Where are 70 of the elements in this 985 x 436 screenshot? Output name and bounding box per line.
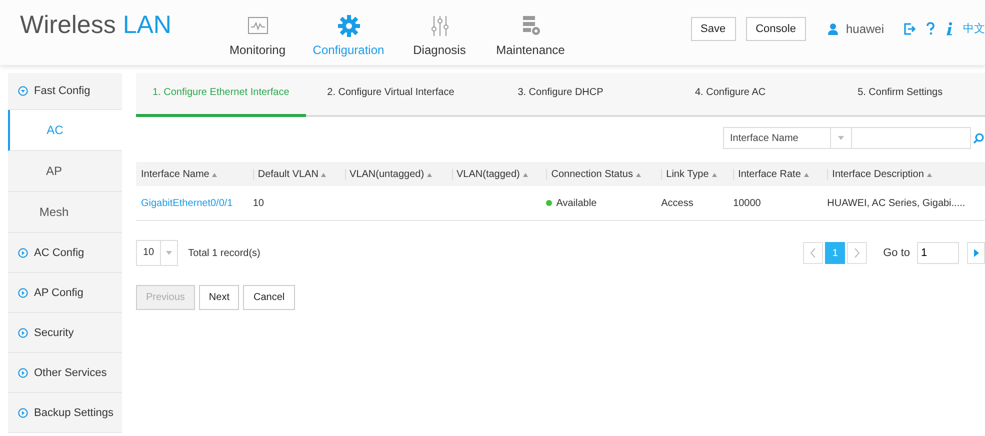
column-header[interactable]: Link Type	[656, 162, 728, 186]
step-tab[interactable]: 3. Configure DHCP	[476, 73, 646, 117]
column-header[interactable]: Connection Status	[541, 162, 656, 186]
info-icon[interactable]	[945, 22, 953, 36]
goto-label: Go to	[883, 247, 910, 259]
sliders-icon	[428, 14, 450, 36]
column-header[interactable]: VLAN(untagged)	[340, 162, 446, 186]
sidebar-item[interactable]: AC Config	[8, 233, 122, 273]
action-button[interactable]: Next	[198, 285, 240, 310]
table-cell: HUAWEI, AC Series, Gigabi.....	[822, 186, 985, 220]
sidebar-item[interactable]: Backup Settings	[8, 393, 122, 433]
step-tab[interactable]: 2. Configure Virtual Interface	[306, 73, 476, 117]
sidebar-subitem[interactable]: Mesh	[8, 192, 122, 233]
caret-icon	[166, 251, 172, 255]
logout-icon[interactable]	[904, 22, 916, 34]
sidebar-subitem[interactable]: AP	[8, 151, 122, 192]
caret-icon	[838, 136, 844, 140]
monitor-icon	[246, 14, 268, 36]
play-icon	[974, 249, 978, 257]
column-header[interactable]: Interface Description	[822, 162, 985, 186]
sort-icon	[712, 172, 717, 176]
chevron-right-icon	[18, 328, 28, 338]
page-field[interactable]: 1	[917, 242, 959, 264]
header-button[interactable]: Save	[690, 16, 736, 40]
sort-icon	[522, 172, 528, 176]
search-field[interactable]	[852, 127, 971, 149]
sort-icon	[926, 172, 932, 176]
logo-text: LAN	[122, 11, 172, 40]
next-page-button[interactable]	[847, 242, 868, 264]
chevron-left-icon	[810, 248, 816, 258]
nav-tab[interactable]: Monitoring	[212, 8, 303, 56]
record-count: Total 1 record(s)	[188, 248, 260, 258]
sort-icon	[212, 172, 218, 176]
table-cell: Access	[656, 186, 728, 220]
go-button[interactable]	[967, 242, 985, 264]
table-cell: Available	[541, 186, 656, 220]
user-icon	[828, 22, 838, 34]
table-cell: 10000	[728, 186, 822, 220]
sort-icon	[321, 172, 326, 176]
column-header[interactable]: Default VLAN	[248, 162, 340, 186]
nav-tab[interactable]: Maintenance	[485, 8, 576, 56]
sidebar-item[interactable]: Security	[8, 313, 122, 353]
sort-icon	[426, 172, 432, 176]
chevron-right-icon	[18, 288, 28, 298]
previous-page-button[interactable]	[803, 242, 824, 264]
step-tab[interactable]: 4. Configure AC	[645, 73, 816, 117]
chevron-right-icon	[18, 408, 28, 418]
page-size-select[interactable]: 10	[136, 240, 178, 266]
nav-tab[interactable]: Diagnosis	[394, 8, 485, 56]
user-name: huawei	[846, 22, 884, 36]
sort-icon	[804, 172, 809, 176]
column-header[interactable]: Interface Name	[136, 162, 248, 186]
search-icon[interactable]	[972, 132, 984, 144]
sort-icon	[636, 172, 641, 176]
column-header[interactable]: Interface Rate	[728, 162, 822, 186]
sidebar-item[interactable]: Other Services	[8, 353, 122, 393]
table-cell: 10	[248, 186, 340, 220]
header-button[interactable]: Console	[746, 16, 806, 40]
help-icon[interactable]	[926, 22, 935, 35]
chevron-right-icon	[18, 248, 28, 258]
field-select[interactable]: Interface Name	[723, 127, 831, 149]
sidebar-item[interactable]: AP Config	[8, 273, 122, 313]
chevron-right-icon	[854, 248, 860, 258]
action-button[interactable]: Cancel	[243, 285, 295, 310]
step-tab[interactable]: 5. Confirm Settings	[815, 73, 985, 117]
logo-text: Wireless	[20, 11, 116, 40]
chevron-right-icon	[18, 368, 28, 378]
chevron-down-icon	[18, 86, 28, 96]
column-header[interactable]: VLAN(tagged)	[446, 162, 542, 186]
gear-icon	[338, 14, 360, 36]
